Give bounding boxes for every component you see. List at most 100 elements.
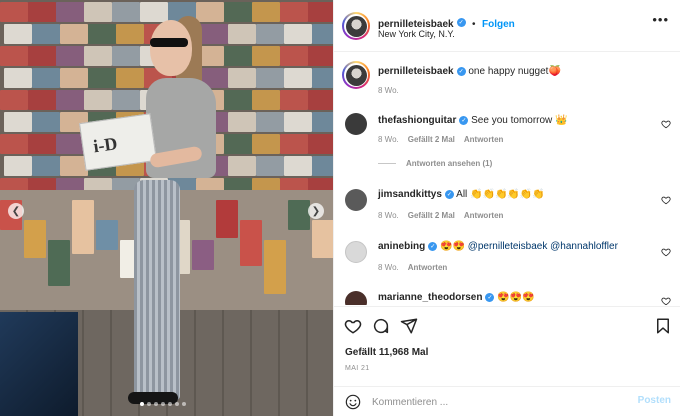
instagram-post-modal: i-D ❮ ❯ pernilleteisbaek ✓ • Folgen New Y…	[0, 0, 680, 416]
rack-magazine	[252, 46, 280, 66]
table-magazine-stack	[96, 220, 118, 250]
commenter-avatar[interactable]	[345, 241, 367, 263]
rack-magazine	[256, 112, 284, 132]
comment-emoji: 😍😍😍	[497, 292, 535, 303]
comment-text: See you tomorrow	[471, 115, 553, 126]
carousel-dot[interactable]	[175, 402, 179, 406]
post-photo[interactable]: i-D ❮ ❯	[0, 0, 333, 416]
rack-magazine	[308, 2, 333, 22]
verified-icon: ✓	[459, 115, 469, 125]
rack-magazine	[228, 112, 256, 132]
caption-username[interactable]: pernilleteisbaek	[378, 66, 454, 77]
held-magazine: i-D	[79, 113, 157, 171]
commenter-username[interactable]: marianne_theodorsen	[378, 292, 482, 303]
rack-magazine	[224, 134, 252, 154]
rack-magazine	[32, 112, 60, 132]
foreground-magazine	[0, 312, 78, 416]
comment-input[interactable]	[372, 395, 622, 409]
comment-likes[interactable]: Gefällt 2 Mal	[408, 211, 455, 220]
rack-magazine	[0, 46, 28, 66]
commenter-username[interactable]: thefashionguitar	[378, 115, 456, 126]
rack-magazine	[60, 68, 88, 88]
carousel-dot[interactable]	[161, 402, 165, 406]
rack-magazine	[88, 68, 116, 88]
author-avatar[interactable]	[342, 12, 370, 40]
heart-icon[interactable]	[661, 296, 671, 305]
rack-magazine	[0, 90, 28, 110]
rack-magazine	[284, 112, 312, 132]
commenter-avatar[interactable]	[345, 189, 367, 211]
comment-age: 8 Wo.	[378, 263, 399, 272]
rack-magazine	[284, 24, 312, 44]
table-magazine-stack	[216, 200, 238, 238]
post-date: MAI 21	[345, 365, 370, 372]
commenter-avatar[interactable]	[345, 113, 367, 135]
rack-magazine	[56, 46, 84, 66]
heart-icon[interactable]	[661, 247, 671, 257]
follow-button[interactable]: Folgen	[482, 19, 515, 30]
table-magazine-stack	[240, 220, 262, 266]
heart-icon[interactable]	[344, 317, 362, 335]
rack-magazine	[312, 24, 333, 44]
rack-magazine	[308, 134, 333, 154]
location-link[interactable]: New York City, N.Y.	[378, 29, 455, 39]
carousel-dot[interactable]	[182, 402, 186, 406]
rack-magazine	[280, 46, 308, 66]
table-magazine-stack	[288, 200, 310, 230]
table-magazine-stack	[48, 240, 70, 286]
rack-magazine	[0, 134, 28, 154]
commenter-username[interactable]: aninebing	[378, 241, 425, 252]
reply-button[interactable]: Antworten	[464, 135, 504, 144]
rack-magazine	[228, 24, 256, 44]
verified-icon: ✓	[428, 241, 438, 251]
heart-icon[interactable]	[661, 119, 671, 129]
rack-magazine	[224, 46, 252, 66]
commenter-avatar[interactable]	[345, 291, 367, 305]
carousel-dot[interactable]	[147, 402, 151, 406]
comment-emoji: 😍😍	[440, 241, 465, 252]
comment-item: marianne_theodorsen ✓ 😍😍😍	[345, 289, 671, 305]
likes-count[interactable]: Gefällt 11,968 Mal	[345, 347, 428, 358]
carousel-dot[interactable]	[154, 402, 158, 406]
table-magazine-stack	[312, 220, 333, 258]
comment-icon[interactable]	[372, 317, 390, 335]
post-button[interactable]: Posten	[638, 395, 671, 406]
rack-magazine	[196, 2, 224, 22]
rack-magazine	[284, 156, 312, 176]
caption-text: one happy nugget	[468, 66, 549, 77]
chevron-left-icon[interactable]: ❮	[8, 203, 24, 219]
reply-button[interactable]: Antworten	[464, 211, 504, 220]
rack-magazine	[112, 46, 140, 66]
carousel-dot[interactable]	[168, 402, 172, 406]
comment-likes[interactable]: Gefällt 2 Mal	[408, 135, 455, 144]
comment-emoji: 👑	[555, 115, 568, 126]
rack-magazine	[252, 2, 280, 22]
carousel-dot[interactable]	[140, 402, 144, 406]
share-icon[interactable]	[400, 317, 418, 335]
more-icon[interactable]: •••	[652, 12, 669, 27]
carousel-dots	[140, 402, 186, 406]
action-bar: Gefällt 11,968 Mal MAI 21	[334, 306, 680, 386]
commenter-username[interactable]: jimsandkittys	[378, 189, 442, 200]
emoji-icon[interactable]	[345, 394, 361, 410]
rack-magazine	[28, 134, 56, 154]
rack-magazine	[116, 24, 144, 44]
rack-magazine	[224, 90, 252, 110]
caption-avatar[interactable]	[342, 61, 370, 89]
view-replies[interactable]: Antworten ansehen (1)	[378, 159, 492, 168]
rack-magazine	[280, 90, 308, 110]
reply-button[interactable]: Antworten	[408, 263, 448, 272]
bookmark-icon[interactable]	[654, 317, 672, 335]
rack-magazine	[4, 68, 32, 88]
rack-magazine	[4, 112, 32, 132]
heart-icon[interactable]	[661, 195, 671, 205]
rack-magazine	[280, 134, 308, 154]
sunglasses	[150, 38, 188, 47]
comment-age: 8 Wo.	[378, 211, 399, 220]
rack-magazine	[56, 134, 84, 154]
rack-magazine	[312, 156, 333, 176]
table-magazine-stack	[264, 240, 286, 294]
chevron-right-icon[interactable]: ❯	[308, 203, 324, 219]
rack-magazine	[32, 68, 60, 88]
comment-text[interactable]: @pernilleteisbaek @hannahloffler	[468, 241, 618, 252]
